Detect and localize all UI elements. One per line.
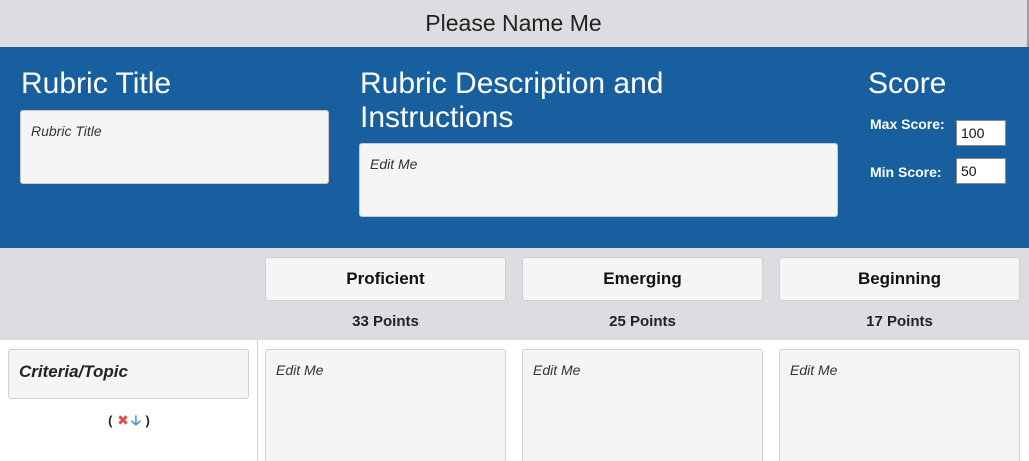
actions-open-paren: ( bbox=[108, 413, 113, 428]
criteria-cell-proficient[interactable]: Edit Me bbox=[265, 349, 506, 461]
min-score-label: Min Score: bbox=[870, 164, 942, 180]
criteria-cell-emerging[interactable]: Edit Me bbox=[522, 349, 763, 461]
score-heading: Score bbox=[868, 67, 947, 100]
max-score-input[interactable] bbox=[956, 120, 1006, 146]
rubric-title-field[interactable]: Rubric Title bbox=[20, 110, 329, 184]
criteria-topic-field[interactable]: Criteria/Topic bbox=[8, 349, 249, 399]
level-proficient-button[interactable]: Proficient bbox=[265, 257, 506, 301]
rubric-header: Rubric Title Rubric Title Rubric Descrip… bbox=[0, 47, 1029, 248]
rubric-description-field[interactable]: Edit Me bbox=[359, 143, 838, 217]
level-emerging-points: 25 Points bbox=[609, 313, 676, 330]
level-emerging-button[interactable]: Emerging bbox=[522, 257, 763, 301]
rubric-name-text[interactable]: Please Name Me bbox=[425, 10, 601, 37]
levels-row: Proficient 33 Points Emerging 25 Points … bbox=[0, 248, 1029, 340]
rubric-name-bar[interactable]: Please Name Me bbox=[0, 0, 1029, 47]
min-score-input[interactable] bbox=[956, 158, 1006, 184]
criteria-column: Criteria/Topic ( ✖ 🡣 ) bbox=[0, 340, 258, 461]
rubric-title-heading: Rubric Title bbox=[21, 67, 172, 100]
rubric-description-heading: Rubric Description and Instructions bbox=[360, 67, 664, 134]
move-row-down-arrow-icon[interactable]: 🡣 bbox=[131, 412, 141, 428]
criteria-cell-beginning[interactable]: Edit Me bbox=[779, 349, 1020, 461]
level-proficient-points: 33 Points bbox=[352, 313, 419, 330]
max-score-label: Max Score: bbox=[870, 116, 945, 132]
criteria-actions: ( ✖ 🡣 ) bbox=[0, 410, 258, 434]
level-beginning-button[interactable]: Beginning bbox=[779, 257, 1020, 301]
actions-close-paren: ) bbox=[145, 413, 150, 428]
level-beginning-points: 17 Points bbox=[866, 313, 933, 330]
remove-row-x-icon[interactable]: ✖ bbox=[117, 412, 129, 428]
